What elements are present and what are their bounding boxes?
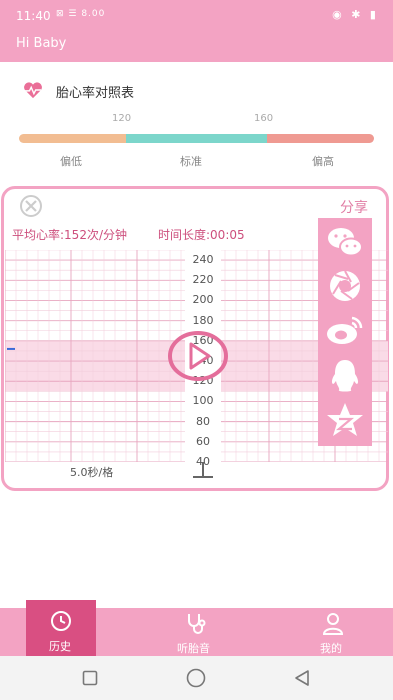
- share-button[interactable]: 分享: [340, 197, 368, 217]
- average-heart-rate: 平均心率:152次/分钟: [12, 228, 127, 242]
- y-axis-label: 240: [192, 253, 214, 267]
- weibo-icon[interactable]: [324, 310, 366, 350]
- y-axis-label: 60: [196, 434, 210, 448]
- tick-120: 120: [112, 113, 132, 124]
- tick-160: 160: [254, 113, 274, 124]
- segment-standard-label: 标准: [180, 155, 202, 168]
- segment-standard: [126, 134, 267, 143]
- reference-title: 胎心率对照表: [56, 86, 135, 101]
- wechat-icon[interactable]: [324, 222, 366, 262]
- segment-low: [19, 134, 126, 143]
- tab-history[interactable]: 历史: [26, 600, 96, 656]
- status-notification-icons: ⊠ ☰ 8.00: [56, 9, 106, 19]
- qq-icon[interactable]: [324, 356, 366, 396]
- share-panel: [318, 218, 372, 446]
- heart-rate-marker: [7, 347, 15, 350]
- clock-icon: [51, 611, 71, 631]
- qzone-icon[interactable]: [324, 400, 366, 440]
- recent-apps-icon[interactable]: [82, 670, 98, 686]
- duration: 时间长度:00:05: [158, 228, 245, 242]
- axis-stem: [202, 462, 204, 477]
- play-icon[interactable]: [167, 330, 229, 382]
- status-time: 11:40: [16, 9, 51, 23]
- close-icon[interactable]: [19, 194, 43, 218]
- user-icon: [322, 613, 344, 635]
- segment-low-label: 偏低: [60, 155, 82, 168]
- y-axis-label: 180: [192, 313, 214, 327]
- tab-mine-label: 我的: [320, 642, 342, 655]
- tab-listen-label: 听胎音: [177, 642, 210, 655]
- status-system-icons: ◉ ✱ ▮: [332, 8, 379, 21]
- stethoscope-icon: [188, 614, 206, 634]
- back-icon[interactable]: [294, 669, 310, 687]
- tab-listen[interactable]: 听胎音: [166, 610, 226, 656]
- y-axis-label: 100: [192, 394, 214, 408]
- tab-mine[interactable]: 我的: [306, 610, 360, 656]
- segment-high: [267, 134, 374, 143]
- tab-history-label: 历史: [49, 640, 71, 653]
- y-axis-label: 80: [196, 414, 210, 428]
- system-nav-bar: [0, 656, 393, 700]
- moments-icon[interactable]: [324, 266, 366, 306]
- home-icon[interactable]: [186, 668, 206, 688]
- time-scale: 5.0秒/格: [70, 466, 114, 479]
- y-axis-label: 220: [192, 273, 214, 287]
- y-axis-label: 200: [192, 293, 214, 307]
- heartbeat-icon: [24, 82, 42, 99]
- segment-high-label: 偏高: [312, 155, 334, 168]
- app-title: Hi Baby: [16, 36, 67, 51]
